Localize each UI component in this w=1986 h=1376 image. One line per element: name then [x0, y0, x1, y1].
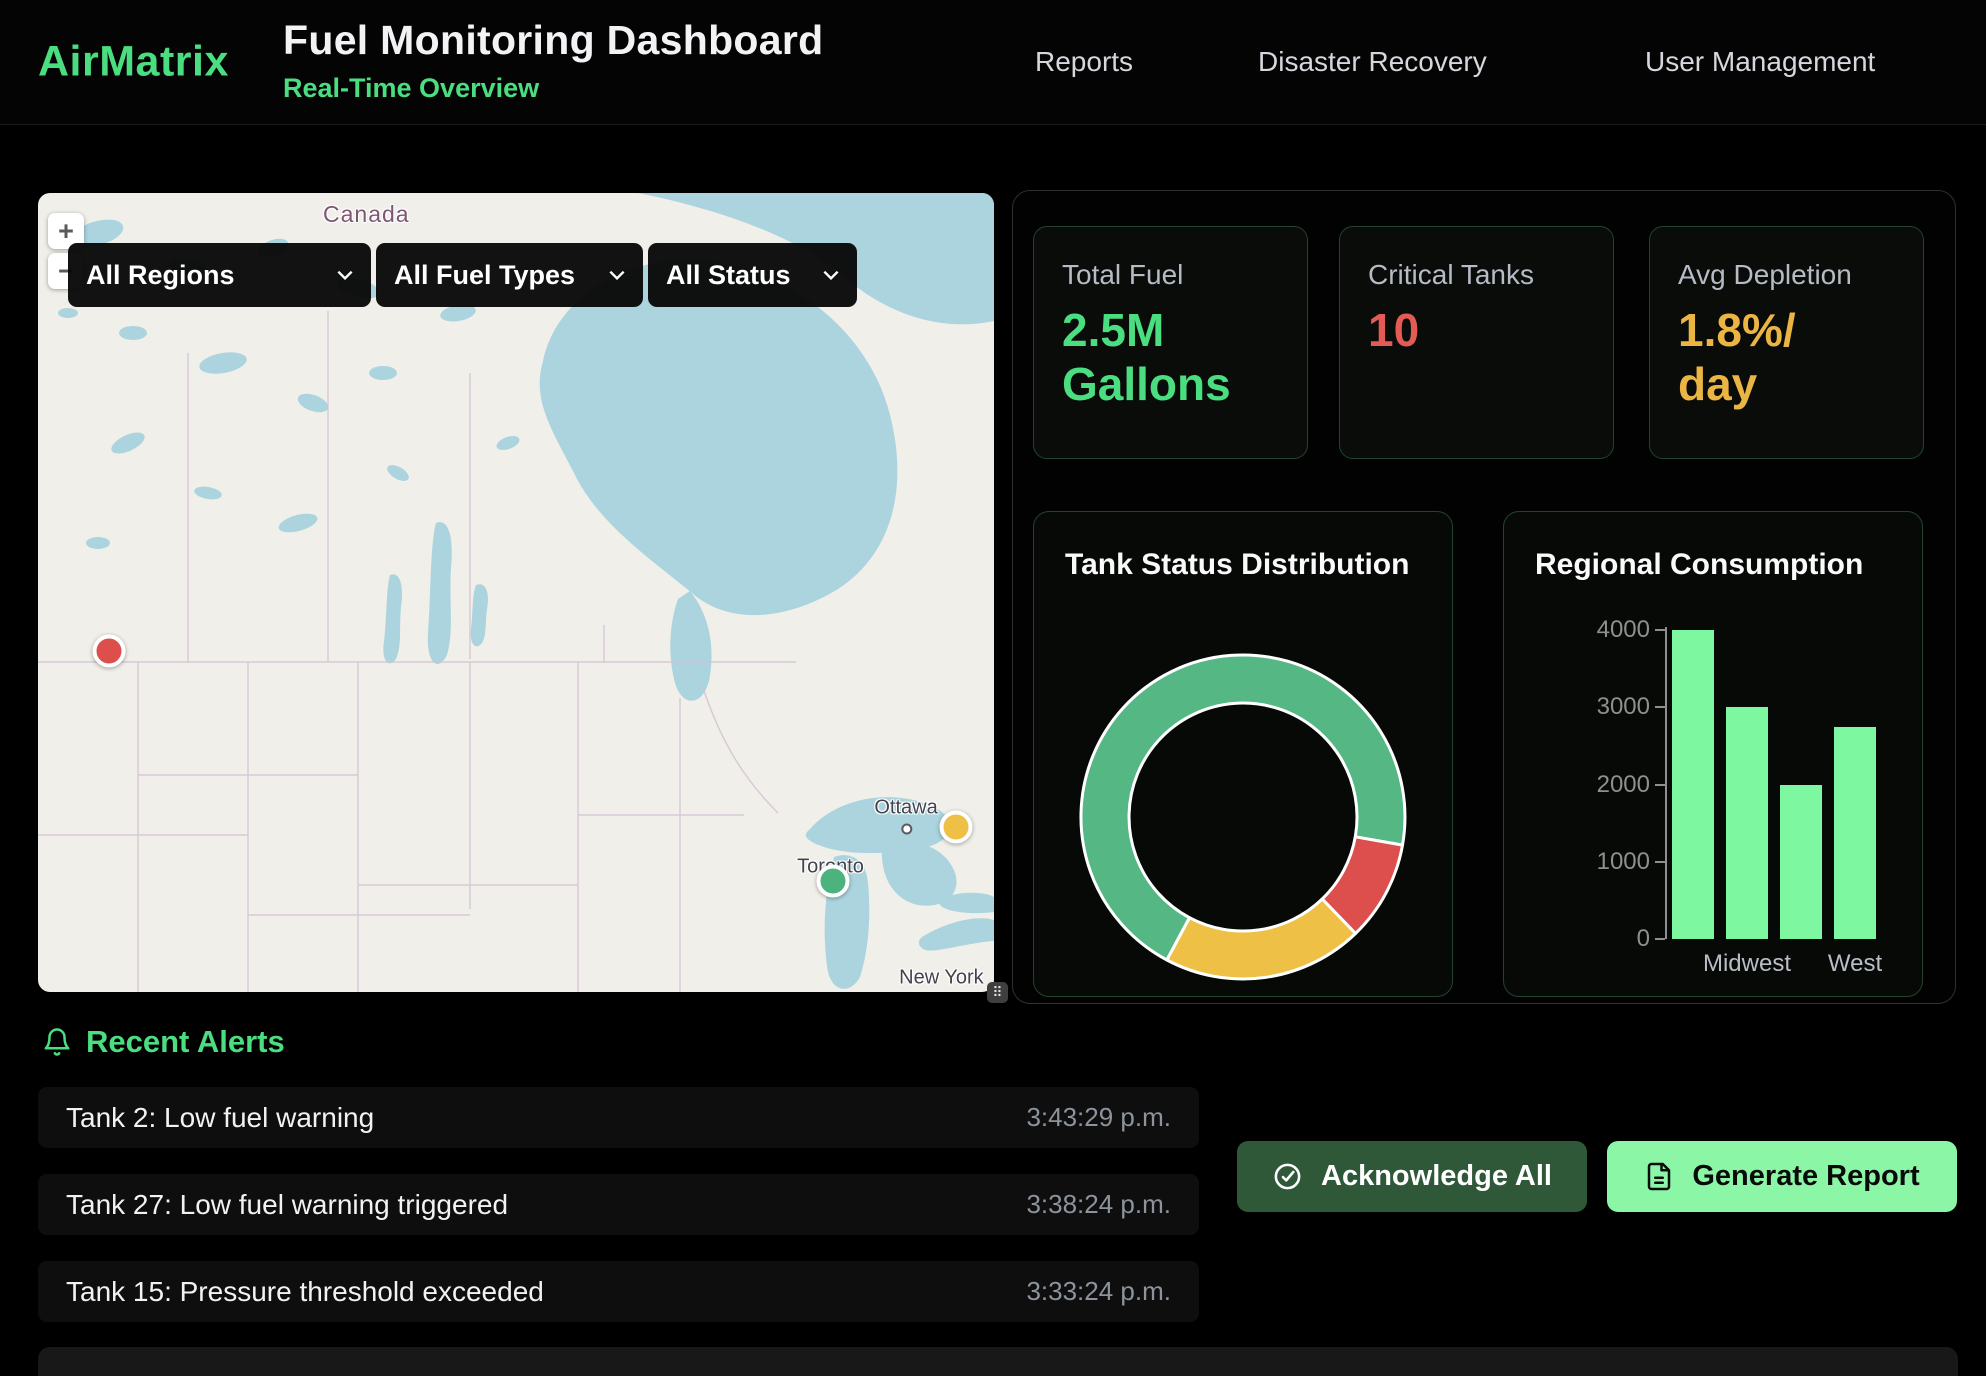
map-resize-handle[interactable]: ⠿ [987, 982, 1008, 1003]
bottom-panel-edge [38, 1347, 1958, 1376]
consumption-bar-3 [1780, 785, 1822, 940]
recent-alerts-header: Recent Alerts [42, 1024, 285, 1060]
acknowledge-all-button[interactable]: Acknowledge All [1237, 1141, 1587, 1212]
stat-label: Total Fuel [1062, 259, 1279, 291]
chevron-down-icon [337, 270, 353, 280]
recent-alerts-title: Recent Alerts [86, 1024, 285, 1060]
y-tick-label: 1000 [1580, 850, 1650, 874]
y-tick-mark [1655, 861, 1665, 863]
alert-row[interactable]: Tank 2: Low fuel warning 3:43:29 p.m. [38, 1087, 1199, 1148]
bell-icon [42, 1026, 72, 1058]
alert-message: Tank 2: Low fuel warning [66, 1102, 374, 1134]
y-tick-mark [1655, 784, 1665, 786]
brand-logo: AirMatrix [38, 38, 229, 87]
stat-card-critical-tanks: Critical Tanks 10 [1339, 226, 1614, 459]
alert-row[interactable]: Tank 27: Low fuel warning triggered 3:38… [38, 1174, 1199, 1235]
regional-consumption-card: Regional Consumption 0 1000 2000 3000 4000 Mi… [1503, 511, 1923, 997]
y-tick-mark [1655, 706, 1665, 708]
status-filter-label: All Status [666, 260, 791, 291]
stat-label: Critical Tanks [1368, 259, 1585, 291]
bar-chart-y-axis [1665, 627, 1667, 939]
stat-card-total-fuel: Total Fuel 2.5MGallons [1033, 226, 1308, 459]
bar-chart-title: Regional Consumption [1535, 548, 1863, 582]
tank-status-distribution-card: Tank Status Distribution [1033, 511, 1453, 997]
status-filter-dropdown[interactable]: All Status [648, 243, 857, 307]
generate-report-label: Generate Report [1692, 1160, 1919, 1193]
check-circle-icon [1272, 1161, 1303, 1192]
x-tick-label-midwest: Midwest [1703, 950, 1791, 978]
nav-reports[interactable]: Reports [1035, 46, 1133, 78]
donut-chart-title: Tank Status Distribution [1065, 548, 1409, 582]
page-subtitle: Real-Time Overview [283, 73, 823, 104]
consumption-bar-4 [1834, 727, 1876, 939]
map-city-label-ottawa: Ottawa [874, 797, 937, 820]
donut-segment-warning [1167, 899, 1356, 979]
y-tick-label: 3000 [1580, 695, 1650, 719]
alert-message: Tank 15: Pressure threshold exceeded [66, 1276, 544, 1308]
overview-panel: Total Fuel 2.5MGallons Critical Tanks 10… [1012, 190, 1956, 1004]
map-city-label-new-york: New York [899, 966, 984, 989]
alert-message: Tank 27: Low fuel warning triggered [66, 1189, 508, 1221]
chevron-down-icon [823, 270, 839, 280]
page-title: Fuel Monitoring Dashboard [283, 17, 823, 64]
alert-timestamp: 3:33:24 p.m. [1026, 1276, 1171, 1307]
stat-label: Avg Depletion [1678, 259, 1895, 291]
stat-value: 2.5MGallons [1062, 303, 1279, 412]
header-bar: AirMatrix Fuel Monitoring Dashboard Real… [0, 0, 1986, 125]
alert-timestamp: 3:38:24 p.m. [1026, 1189, 1171, 1220]
y-tick-mark [1655, 629, 1665, 631]
regions-filter-label: All Regions [86, 260, 235, 291]
map-marker-normal[interactable] [817, 864, 850, 897]
stat-card-avg-depletion: Avg Depletion 1.8%/day [1649, 226, 1924, 459]
map-marker-warning[interactable] [939, 810, 972, 843]
consumption-bar-1 [1672, 630, 1714, 939]
stat-value: 1.8%/day [1678, 303, 1895, 412]
y-tick-label: 0 [1580, 927, 1650, 951]
y-tick-label: 4000 [1580, 618, 1650, 642]
report-document-icon [1644, 1161, 1674, 1192]
map-country-label: Canada [323, 201, 410, 228]
title-block: Fuel Monitoring Dashboard Real-Time Over… [283, 17, 823, 104]
generate-report-button[interactable]: Generate Report [1607, 1141, 1957, 1212]
chevron-down-icon [609, 270, 625, 280]
fuel-types-filter-dropdown[interactable]: All Fuel Types [376, 243, 643, 307]
nav-user-management[interactable]: User Management [1645, 46, 1875, 78]
alert-timestamp: 3:43:29 p.m. [1026, 1102, 1171, 1133]
stat-value: 10 [1368, 303, 1585, 357]
consumption-bar-2 [1726, 707, 1768, 939]
regions-filter-dropdown[interactable]: All Regions [68, 243, 371, 307]
map-panel[interactable]: Canada − + All Regions All Fuel Types Al… [38, 193, 994, 992]
map-marker-critical[interactable] [92, 634, 125, 667]
fuel-monitoring-dashboard: AirMatrix Fuel Monitoring Dashboard Real… [0, 0, 1986, 1376]
y-tick-label: 2000 [1580, 773, 1650, 797]
acknowledge-all-label: Acknowledge All [1321, 1160, 1552, 1193]
fuel-types-filter-label: All Fuel Types [394, 260, 575, 291]
alert-row[interactable]: Tank 15: Pressure threshold exceeded 3:3… [38, 1261, 1199, 1322]
tank-status-donut-chart [1068, 642, 1418, 992]
y-tick-mark [1655, 938, 1665, 940]
x-tick-label-west: West [1828, 950, 1882, 978]
nav-disaster-recovery[interactable]: Disaster Recovery [1258, 46, 1487, 78]
